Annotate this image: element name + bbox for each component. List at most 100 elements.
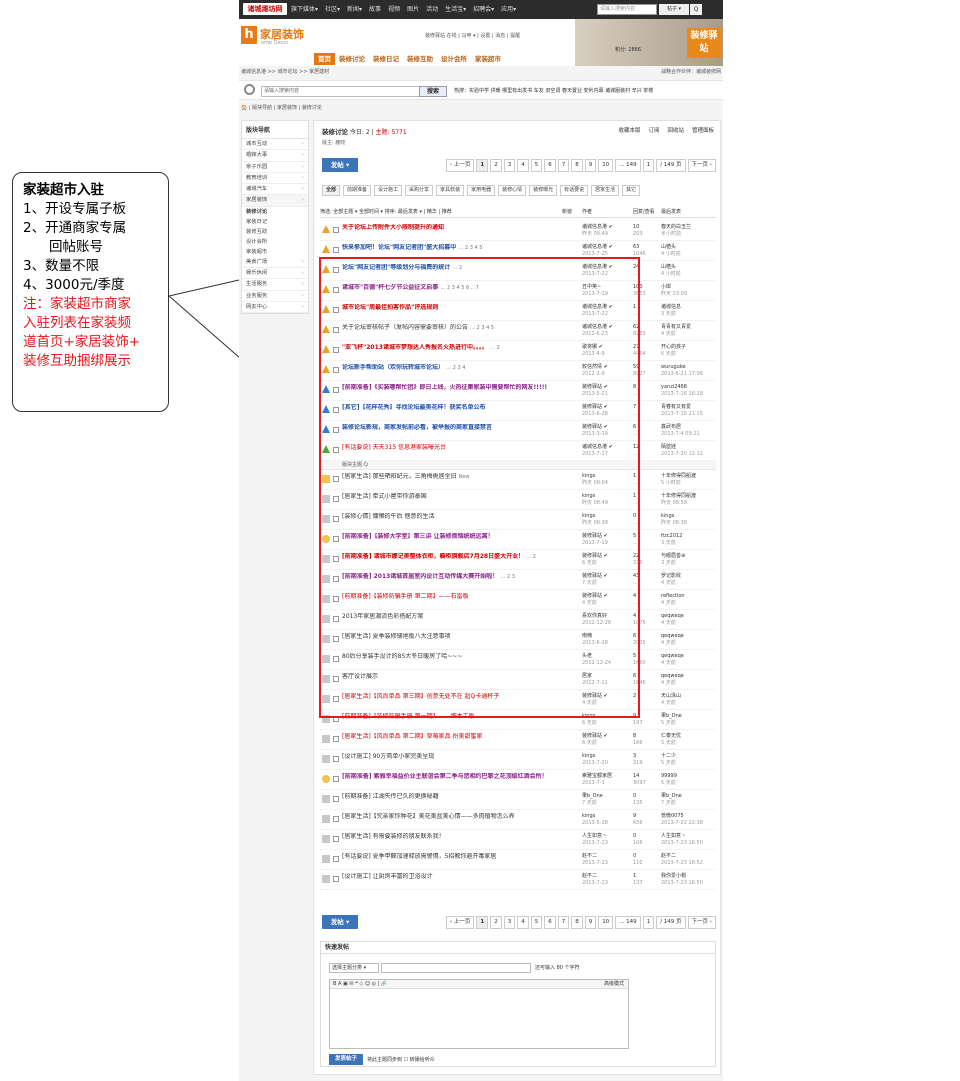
page-link[interactable]: 3 xyxy=(503,916,516,929)
channel-menu-item[interactable]: 家装超市 xyxy=(471,53,505,65)
thread-title[interactable]: [居家生活]【风尚单品 第二期】草莓家品 扮美甜蜜家 xyxy=(342,733,578,742)
category-tab[interactable]: 家具软装 xyxy=(436,185,465,196)
sidebar-item[interactable]: 教育培训 xyxy=(242,173,308,185)
page-link[interactable]: 1 xyxy=(476,916,489,929)
page-link[interactable]: 7 xyxy=(557,159,570,172)
author-name[interactable]: 装修驿站 ✔ xyxy=(582,733,608,739)
new-post-button-bottom[interactable]: 发帖 ▾ xyxy=(322,915,358,929)
table-row[interactable]: [居家生活]【究亲家你种花】美花美盆美心情——多肉植物怎么养 kings 2013… xyxy=(320,810,716,830)
top-search-type[interactable]: 帖子 ▾ xyxy=(659,4,689,15)
thread-checkbox[interactable] xyxy=(333,876,339,882)
top-nav-item[interactable]: 活动 xyxy=(426,0,438,19)
page-link[interactable]: 7 xyxy=(557,916,570,929)
author-name[interactable]: 诸城信息港 ✔ xyxy=(582,224,613,230)
author-name[interactable]: 索雅宝都家居 xyxy=(582,773,612,779)
category-tab[interactable]: 居家生活 xyxy=(591,185,620,196)
thread-title-text[interactable]: [居家生活]【究亲家你种花】美花美盆美心情——多肉植物怎么养 xyxy=(342,813,515,820)
thread-checkbox[interactable] xyxy=(333,836,339,842)
thread-title-text[interactable]: [前期准备] 江湖失传已久的更换秘籍 xyxy=(342,793,439,800)
last-poster[interactable]: 仁泰无忧 xyxy=(661,733,681,739)
page-link[interactable]: ... 149 xyxy=(615,916,641,929)
thread-checkbox[interactable] xyxy=(333,247,339,253)
thread-title-text[interactable]: [居家生活]【风尚单品 第二期】草莓家品 扮美甜蜜家 xyxy=(342,733,483,740)
site-logo[interactable]: 诸城潍坊网 xyxy=(243,3,287,15)
sidebar-item[interactable]: 娱乐休闲 xyxy=(242,268,308,280)
top-nav-item[interactable]: 应用▾ xyxy=(501,0,516,19)
thread-title-text[interactable]: 快来参加吧！论坛"网友记者团"盛大招募中 xyxy=(342,244,456,251)
thread-title[interactable]: [前期准备] 江湖失传已久的更换秘籍 xyxy=(342,793,578,802)
table-row[interactable]: [设计施工] 让厨房丰富的卫浴设计 赵不二 2013-7-23 1 137 我你爱小帽 2… xyxy=(320,870,716,890)
sidebar-item[interactable]: 生活服务 xyxy=(242,279,308,291)
thread-title[interactable]: [设计施工] 让厨房丰富的卫浴设计 xyxy=(342,873,578,882)
thread-title[interactable]: [居家生活] 有需要装修的朋友联系我！ xyxy=(342,833,578,842)
top-search-input[interactable]: 请输入搜索内容 xyxy=(597,4,657,15)
thread-checkbox[interactable] xyxy=(333,796,339,802)
thread-title-text[interactable]: 关于论坛上传附件大小限制提升的通知 xyxy=(342,224,444,231)
new-window-toggle[interactable]: 新窗 xyxy=(562,207,572,218)
author-name[interactable]: 赵不二 xyxy=(582,873,597,879)
search-input[interactable]: 请输入搜索内容 xyxy=(261,86,421,97)
last-poster[interactable]: 赵不二 xyxy=(661,853,676,859)
last-poster[interactable]: qeqweqe xyxy=(661,613,684,619)
category-tab[interactable]: 装修心情 xyxy=(498,185,527,196)
page-link[interactable]: 8 xyxy=(571,916,583,929)
last-poster[interactable]: 山楂头 xyxy=(661,244,676,250)
category-tab[interactable]: 采购分享 xyxy=(405,185,434,196)
table-row[interactable]: [设计施工] 90方简单小家完美呈现 kings 2013-7-20 3 319 十二少… xyxy=(320,750,716,770)
favorite-button[interactable]: 收藏本版 xyxy=(618,126,640,134)
page-link[interactable]: 1 xyxy=(476,159,489,172)
page-link[interactable]: 10 xyxy=(598,916,614,929)
station-badge[interactable]: 装修驿站 xyxy=(687,28,721,58)
author-name[interactable]: kings xyxy=(582,753,595,759)
top-search-button[interactable]: Q xyxy=(690,4,702,15)
sidebar-item[interactable]: 城市互动 xyxy=(242,139,308,151)
sidebar-item[interactable]: 网友中心 xyxy=(242,302,308,314)
last-poster[interactable]: 果b_One xyxy=(661,793,682,799)
page-input[interactable]: 1 xyxy=(642,916,655,929)
last-poster[interactable]: 山楂头 xyxy=(661,264,676,270)
page-link[interactable]: 9 xyxy=(584,159,597,172)
last-poster[interactable]: 我你爱小帽 xyxy=(661,873,686,879)
last-poster[interactable]: qeqweqe xyxy=(661,673,684,679)
quick-post-category[interactable]: 选择主题分类 ▾ xyxy=(329,963,379,973)
last-poster[interactable]: 罗记影收 xyxy=(661,573,681,579)
table-row[interactable]: [居家生活]【风尚单品 第二期】草莓家品 扮美甜蜜家 装修驿站 ✔ 6 天前 8 16… xyxy=(320,730,716,750)
thread-checkbox[interactable] xyxy=(333,736,339,742)
thread-title-text[interactable]: [设计施工] 90方简单小家完美呈现 xyxy=(342,753,434,760)
thread-title-text[interactable]: [设计施工] 让厨房丰富的卫浴设计 xyxy=(342,873,433,880)
thread-title[interactable]: [设计施工] 90方简单小家完美呈现 xyxy=(342,753,578,762)
page-link[interactable]: 3 xyxy=(503,159,516,172)
table-row[interactable]: [居家生活] 有需要装修的朋友联系我！ 人生如意丶 2013-7-23 0 106 人生… xyxy=(320,830,716,850)
last-poster[interactable]: 人生如意丶 xyxy=(661,833,686,839)
top-nav-item[interactable]: 故事 xyxy=(369,0,381,19)
sidebar-subitem[interactable]: 家装超市 xyxy=(242,247,308,257)
top-nav-item[interactable]: 旗下媒体▾ xyxy=(291,0,318,19)
prev-page[interactable]: ‹ 上一页 xyxy=(445,159,475,172)
thread-title-text[interactable]: [居家生活] 有需要装修的朋友联系我！ xyxy=(342,833,445,840)
thread-title[interactable]: [居家生活]【究亲家你种花】美花美盆美心情——多肉植物怎么养 xyxy=(342,813,578,822)
page-link[interactable]: 5 xyxy=(530,916,543,929)
page-link[interactable]: ... 149 xyxy=(615,159,641,172)
table-row[interactable]: [前期准备] 索雅幸福益价业主联谊会第二季与您相约巴黎之花顶级红酒会所！ 索雅宝… xyxy=(320,770,716,790)
page-link[interactable]: 4 xyxy=(517,159,529,172)
last-poster[interactable]: yanzi2468 xyxy=(661,384,687,390)
channel-menu-item[interactable]: 首页 xyxy=(314,53,335,65)
search-button[interactable]: 搜索 xyxy=(419,86,447,97)
category-tab[interactable]: 有话要说 xyxy=(560,185,589,196)
page-link[interactable]: 2 xyxy=(490,159,502,172)
last-poster[interactable]: 小岸 xyxy=(661,284,671,290)
sync-options[interactable]: 将此主题同步到 ☐ 转播给听众 xyxy=(367,1056,435,1063)
last-poster[interactable]: 果b_One xyxy=(661,713,682,719)
last-poster[interactable]: qeqweqe xyxy=(661,633,684,639)
recycle-button[interactable]: 回收站 xyxy=(667,126,684,134)
sidebar-subitem[interactable]: 设计会所 xyxy=(242,237,308,247)
last-poster[interactable]: kings xyxy=(661,513,674,519)
page-link[interactable]: 5 xyxy=(530,159,543,172)
last-poster[interactable]: wuruguke xyxy=(661,364,686,370)
author-name[interactable]: kings xyxy=(582,813,595,819)
category-tab[interactable]: 其它 xyxy=(622,185,641,196)
sidebar-item[interactable]: 诸城汽车 xyxy=(242,184,308,196)
thread-title[interactable]: 快来参加吧！论坛"网友记者团"盛大招募中 … 2 3 4 5 xyxy=(342,244,578,253)
thread-checkbox[interactable] xyxy=(333,816,339,822)
editor-tools[interactable]: B A ▣ ✉ ❝ ◇ ☺ ◎ | 🔗 xyxy=(333,981,387,987)
